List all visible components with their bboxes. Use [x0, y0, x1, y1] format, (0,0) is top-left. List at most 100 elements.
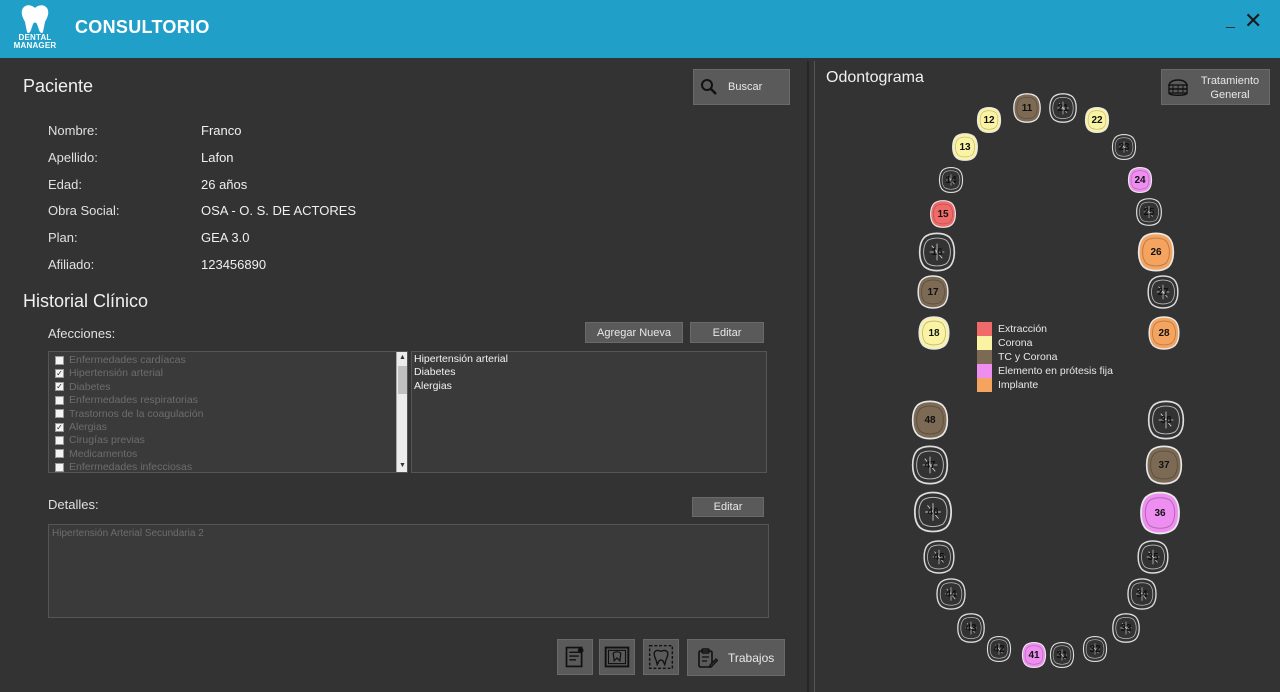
- minimize-button[interactable]: _: [1226, 12, 1240, 32]
- afeccion-checkbox[interactable]: [55, 409, 64, 419]
- afeccion-item[interactable]: Enfermedades cardíacas: [55, 354, 186, 366]
- afeccion-seleccionada[interactable]: Hipertensión arterial: [414, 353, 508, 365]
- tooth-42[interactable]: 42: [985, 633, 1013, 665]
- tooth-37[interactable]: 37: [1143, 443, 1185, 487]
- afeccion-checkbox[interactable]: [55, 355, 64, 365]
- tratamiento-general-button[interactable]: Tratamiento General: [1161, 69, 1270, 105]
- scroll-thumb[interactable]: [398, 366, 407, 394]
- nombre-value: Franco: [201, 123, 242, 138]
- logo-text-line-2: MANAGER: [13, 41, 57, 50]
- tooth-number: 33: [1120, 622, 1132, 634]
- afeccion-checkbox[interactable]: [55, 462, 64, 472]
- tooth-number: 31: [1056, 649, 1068, 661]
- tooth-number: 21: [1057, 102, 1069, 114]
- tooth-48[interactable]: 48: [909, 398, 951, 442]
- close-button[interactable]: ✕: [1244, 8, 1264, 33]
- tooth-27[interactable]: 27: [1145, 274, 1181, 310]
- tooth-44[interactable]: 44: [933, 577, 969, 611]
- tooth-16[interactable]: 16: [916, 231, 958, 273]
- tooth-36[interactable]: 36: [1137, 489, 1183, 537]
- tooth-34[interactable]: 34: [1124, 577, 1160, 611]
- afeccion-item[interactable]: ✓ Diabetes: [55, 381, 110, 393]
- trabajos-button[interactable]: Trabajos: [687, 639, 785, 676]
- legend-label: Extracción: [998, 323, 1048, 335]
- tooth-41[interactable]: 41: [1020, 639, 1048, 671]
- buscar-button[interactable]: Buscar: [693, 69, 790, 105]
- tooth-22[interactable]: 22: [1083, 105, 1111, 135]
- tooth-21[interactable]: 21: [1047, 92, 1079, 124]
- tooth-number: 43: [965, 622, 977, 634]
- tooth-45[interactable]: 45: [919, 539, 959, 575]
- afeccion-seleccionada[interactable]: Alergias: [414, 380, 452, 392]
- tooth-11[interactable]: 11: [1011, 92, 1043, 124]
- afeccion-seleccionada[interactable]: Diabetes: [414, 366, 455, 378]
- agregar-nueva-button[interactable]: Agregar Nueva: [585, 322, 683, 343]
- afiliado-label: Afiliado:: [48, 257, 95, 272]
- legend-label: TC y Corona: [998, 351, 1058, 363]
- afecciones-seleccionadas-list[interactable]: Hipertensión arterial Diabetes Alergias: [411, 351, 767, 473]
- afeccion-item[interactable]: Enfermedades respiratorias: [55, 394, 198, 406]
- scroll-down-icon[interactable]: ▼: [398, 461, 407, 471]
- tooth-46[interactable]: 46: [911, 489, 955, 535]
- scroll-up-icon[interactable]: ▲: [398, 353, 407, 363]
- afeccion-checkbox[interactable]: ✓: [55, 368, 64, 378]
- historia-clinica-button[interactable]: [557, 639, 593, 675]
- afeccion-label: Cirugías previas: [69, 434, 145, 447]
- detalles-textarea[interactable]: Hipertensión Arterial Secundaria 2: [48, 524, 769, 618]
- legend-swatch: [977, 336, 992, 350]
- tooth-47[interactable]: 47: [909, 443, 951, 487]
- editar-detalles-button[interactable]: Editar: [692, 497, 764, 517]
- xray-icon: [604, 646, 630, 668]
- tooth-number: 47: [924, 459, 936, 471]
- afeccion-item[interactable]: ✓ Hipertensión arterial: [55, 367, 163, 379]
- tooth-18[interactable]: 18: [916, 314, 952, 352]
- legend-swatch: [977, 364, 992, 378]
- tooth-number: 15: [937, 208, 949, 220]
- tooth-32[interactable]: 32: [1081, 633, 1109, 665]
- legend-label: Implante: [998, 379, 1039, 391]
- tooth-14[interactable]: 14: [935, 166, 967, 194]
- trabajos-label: Trabajos: [728, 650, 775, 665]
- odontograma-button[interactable]: [643, 639, 679, 675]
- apellido-value: Lafon: [201, 150, 234, 165]
- afeccion-label: Enfermedades infecciosas: [69, 461, 193, 473]
- tooth-number: 37: [1158, 459, 1170, 471]
- obra-social-value: OSA - O. S. DE ACTORES: [201, 203, 357, 218]
- afeccion-item[interactable]: Enfermedades infecciosas: [55, 461, 193, 473]
- detalles-label: Detalles:: [48, 497, 99, 512]
- legend-swatch: [977, 322, 992, 336]
- edad-label: Edad:: [48, 177, 82, 192]
- tooth-13[interactable]: 13: [950, 131, 980, 163]
- document-list-icon: [565, 646, 584, 668]
- tooth-24[interactable]: 24: [1123, 166, 1157, 194]
- tooth-number: 38: [1160, 414, 1172, 426]
- tooth-number: 42: [993, 643, 1005, 655]
- tooth-15[interactable]: 15: [927, 199, 959, 229]
- afeccion-checkbox[interactable]: [55, 395, 64, 405]
- afecciones-scrollbar[interactable]: ▲ ▼: [396, 352, 407, 472]
- afecciones-checklist[interactable]: ▲ ▼ Enfermedades cardíacas ✓ Hipertensión …: [48, 351, 408, 473]
- tooth-38[interactable]: 38: [1145, 398, 1187, 442]
- afeccion-checkbox[interactable]: ✓: [55, 422, 64, 432]
- editar-afecciones-button[interactable]: Editar: [690, 322, 764, 343]
- afeccion-item[interactable]: Cirugías previas: [55, 434, 145, 446]
- afeccion-checkbox[interactable]: [55, 435, 64, 445]
- tooth-28[interactable]: 28: [1146, 314, 1182, 352]
- afeccion-checkbox[interactable]: ✓: [55, 382, 64, 392]
- tooth-17[interactable]: 17: [915, 274, 951, 310]
- tooth-43[interactable]: 43: [955, 611, 987, 645]
- tooth-31[interactable]: 31: [1048, 639, 1076, 671]
- tooth-33[interactable]: 33: [1110, 611, 1142, 645]
- afeccion-item[interactable]: Trastornos de la coagulación: [55, 408, 203, 420]
- tooth-23[interactable]: 23: [1110, 131, 1138, 163]
- tooth-35[interactable]: 35: [1133, 539, 1173, 575]
- tooth-26[interactable]: 26: [1135, 231, 1177, 273]
- tooth-25[interactable]: 25: [1133, 197, 1165, 227]
- paciente-heading: Paciente: [23, 76, 94, 96]
- radiografia-button[interactable]: [599, 639, 635, 675]
- dentures-icon: [1168, 79, 1188, 96]
- afeccion-item[interactable]: ✓ Alergias: [55, 421, 107, 433]
- afeccion-checkbox[interactable]: [55, 449, 64, 459]
- afeccion-item[interactable]: Medicamentos: [55, 448, 137, 460]
- legend-item: Corona: [977, 336, 1113, 350]
